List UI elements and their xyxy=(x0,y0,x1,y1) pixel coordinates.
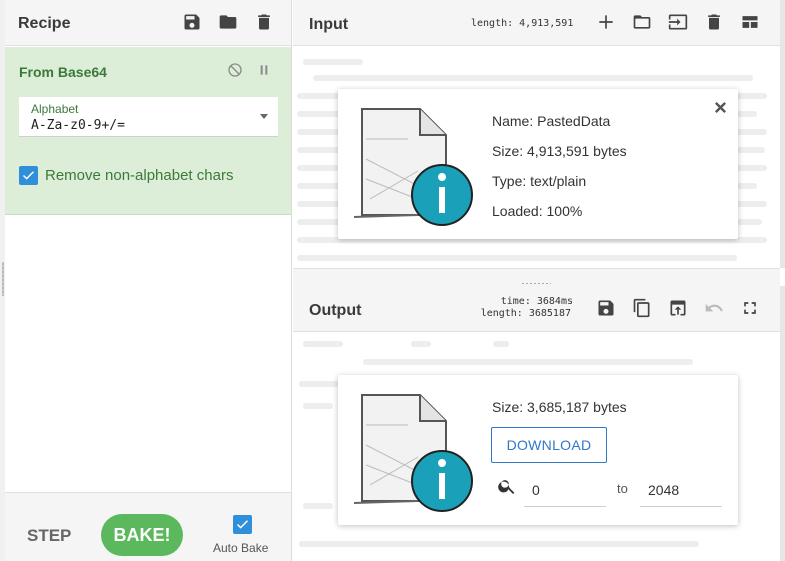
add-icon[interactable] xyxy=(595,11,617,33)
layout-icon[interactable] xyxy=(739,11,761,33)
input-file-details-card: Name: PastedData Size: 4,913,591 bytes T… xyxy=(338,89,738,239)
input-title: Input xyxy=(309,16,349,33)
save-icon[interactable] xyxy=(595,297,617,319)
left-resize-handle[interactable] xyxy=(2,262,4,296)
chevron-down-icon xyxy=(260,114,268,119)
file-size: Size: 4,913,591 bytes xyxy=(492,143,627,159)
from-base64-operation[interactable]: From Base64 Alphabet A-Za-z0-9+/= Remove… xyxy=(5,47,291,215)
bake-button[interactable]: BAKE! xyxy=(101,514,183,556)
disable-icon[interactable] xyxy=(226,61,244,79)
search-icon xyxy=(497,476,517,496)
checkbox-checked-icon xyxy=(19,166,38,185)
breakpoint-pause-icon[interactable] xyxy=(255,61,273,79)
output-header: Output time: 3684ms length: 3685187 xyxy=(293,286,780,332)
bake-controls: STEP BAKE! Auto Bake xyxy=(5,492,291,561)
file-info-icon xyxy=(353,108,473,226)
trash-icon[interactable] xyxy=(253,11,275,33)
output-scrollbar[interactable] xyxy=(780,286,785,561)
download-button[interactable]: DOWNLOAD xyxy=(491,427,607,463)
blurred-text-line xyxy=(303,403,333,409)
close-icon[interactable] xyxy=(712,99,728,115)
file-name: Name: PastedData xyxy=(492,113,611,129)
output-length: length: 3685187 xyxy=(480,308,571,319)
range-end-input[interactable] xyxy=(640,473,722,507)
output-title: Output xyxy=(309,302,362,319)
blurred-text-line xyxy=(313,75,753,81)
auto-bake-checkbox[interactable] xyxy=(233,515,252,534)
blurred-text-line xyxy=(411,341,431,347)
input-header: Input length: 4,913,591 xyxy=(293,0,780,46)
file-info-icon xyxy=(353,394,473,512)
file-type: Type: text/plain xyxy=(492,173,587,189)
remove-non-alphabet-checkbox[interactable]: Remove non-alphabet chars xyxy=(19,166,233,185)
recipe-header: Recipe xyxy=(5,0,291,46)
fullscreen-icon[interactable] xyxy=(739,297,761,319)
remove-non-alphabet-label: Remove non-alphabet chars xyxy=(45,167,234,184)
range-to-label: to xyxy=(617,481,628,496)
output-file-size: Size: 3,685,187 bytes xyxy=(492,399,627,415)
input-file-icon[interactable] xyxy=(667,11,689,33)
operation-title: From Base64 xyxy=(19,64,107,80)
blurred-text-line xyxy=(493,341,509,347)
blurred-text-line xyxy=(363,359,693,365)
copy-icon[interactable] xyxy=(631,297,653,319)
replace-input-icon[interactable] xyxy=(667,297,689,319)
input-scrollbar[interactable] xyxy=(780,0,785,268)
alphabet-value: A-Za-z0-9+/= xyxy=(31,118,125,133)
recipe-title: Recipe xyxy=(18,15,71,32)
save-icon[interactable] xyxy=(181,11,203,33)
output-time: time: 3684ms xyxy=(500,296,573,307)
output-file-details-card: Size: 3,685,187 bytes DOWNLOAD to xyxy=(338,375,738,525)
blurred-text-line xyxy=(303,59,363,65)
alphabet-label: Alphabet xyxy=(31,102,79,116)
blurred-text-line xyxy=(299,541,699,547)
blurred-text-line xyxy=(297,255,737,261)
input-length: length: 4,913,591 xyxy=(471,18,574,29)
step-button[interactable]: STEP xyxy=(27,526,71,546)
alphabet-select[interactable]: Alphabet A-Za-z0-9+/= xyxy=(19,97,278,137)
undo-icon[interactable] xyxy=(703,297,725,319)
blurred-text-line xyxy=(303,341,343,347)
open-folder-icon[interactable] xyxy=(631,11,653,33)
file-loaded: Loaded: 100% xyxy=(492,203,583,219)
blurred-text-line xyxy=(299,381,339,387)
folder-icon[interactable] xyxy=(217,11,239,33)
range-start-input[interactable] xyxy=(524,473,606,507)
pane-resize-handle[interactable] xyxy=(293,268,780,286)
recipe-panel: Recipe From Base64 Alphabet A-Za-z0-9+/= xyxy=(0,0,292,561)
trash-icon[interactable] xyxy=(703,11,725,33)
blurred-text-line xyxy=(303,503,333,509)
auto-bake-label: Auto Bake xyxy=(213,541,269,555)
